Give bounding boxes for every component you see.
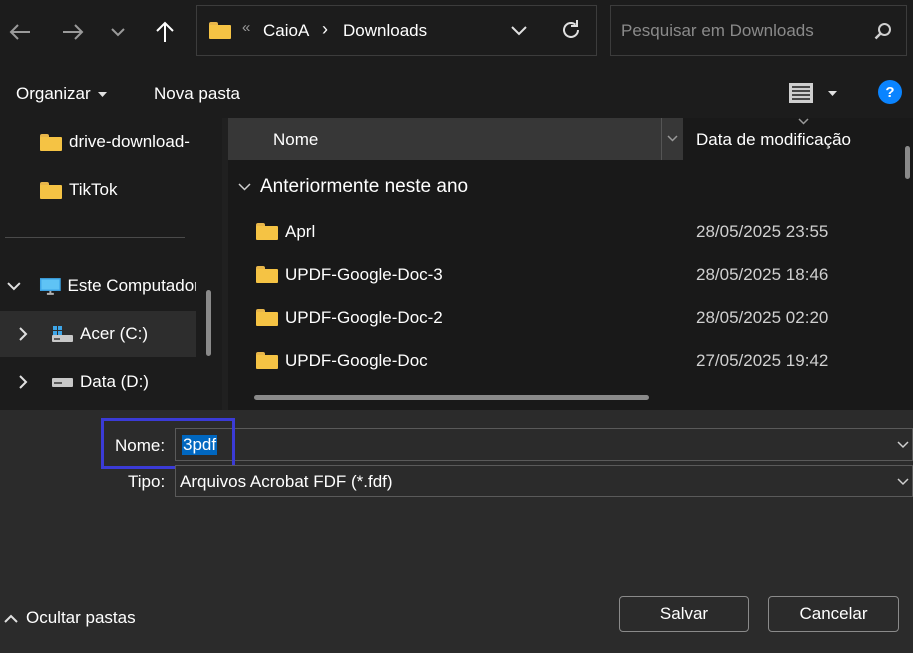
folder-icon [40,181,62,199]
hide-folders-button[interactable]: Ocultar pastas [4,608,136,628]
column-divider[interactable] [661,118,662,160]
arrow-up-icon [156,21,174,42]
nav-item-drive-download[interactable]: drive-download- [0,119,196,165]
help-icon: ? [885,83,895,101]
arrow-left-icon [9,24,30,40]
folder-icon [256,309,278,326]
file-name: UPDF-Google-Doc-3 [285,265,443,284]
file-date: 28/05/2025 18:46 [696,265,829,284]
forward-button[interactable] [55,14,91,50]
nav-item-label: drive-download- [69,132,190,151]
search-input[interactable] [619,18,873,44]
file-row[interactable]: Aprl 28/05/2025 23:55 [228,210,913,253]
group-header[interactable]: Anteriormente neste ano [238,176,468,198]
filelist-scrollbar[interactable] [905,146,910,179]
breadcrumb-caioa[interactable]: CaioA [263,21,309,41]
caret-down-icon [828,90,837,96]
file-row[interactable]: UPDF-Google-Doc-2 28/05/2025 02:20 [228,296,913,339]
chevron-up-icon [4,614,18,623]
caret-down-icon [97,91,107,97]
file-date: 28/05/2025 02:20 [696,308,829,327]
breadcrumb-downloads[interactable]: Downloads [343,21,427,41]
refresh-icon[interactable] [560,19,582,41]
chevron-right-icon[interactable] [19,327,28,341]
nav-item-label: TikTok [69,180,118,199]
file-type-select[interactable]: Arquivos Acrobat FDF (*.fdf) [175,465,913,497]
save-form: Nome: 3pdf Tipo: Arquivos Acrobat FDF (*… [0,410,913,653]
nav-item-label: Acer (C:) [80,324,148,343]
details-view-icon [789,83,813,103]
column-header-name[interactable]: Nome [228,118,683,160]
group-label: Anteriormente neste ano [260,176,469,197]
new-folder-button[interactable]: Nova pasta [154,84,240,104]
file-name: Aprl [285,222,316,241]
file-date: 27/05/2025 19:42 [696,351,829,370]
chevron-down-icon[interactable] [667,135,678,142]
windows-drive-icon [52,326,73,342]
column-header-date[interactable]: Data de modificação [696,130,851,150]
chevron-right-icon[interactable] [19,375,28,389]
search-icon [874,23,891,40]
nav-item-drive-d[interactable]: Data (D:) [0,359,196,405]
chevron-down-icon [897,478,909,486]
organize-button[interactable]: Organizar [16,84,107,104]
computer-icon [39,277,61,295]
chevron-down-icon [238,183,251,191]
view-options-button[interactable] [788,82,837,104]
navigation-pane: drive-download- TikTok Este Computador A… [0,118,222,410]
hide-folders-label: Ocultar pastas [26,608,136,627]
organize-label: Organizar [16,84,91,103]
breadcrumb-separator: › [322,19,328,39]
folder-icon [40,133,62,151]
recent-locations-button[interactable] [101,14,135,50]
navigation-bar: « CaioA › Downloads [0,0,913,68]
file-row[interactable]: UPDF-Google-Doc 27/05/2025 19:42 [228,339,913,382]
file-name: UPDF-Google-Doc-2 [285,308,443,327]
folder-icon [256,352,278,369]
file-row[interactable]: UPDF-Google-Doc-3 28/05/2025 18:46 [228,253,913,296]
overflow-chevron[interactable]: « [242,19,250,36]
arrow-right-icon [63,24,84,40]
nav-item-label: Data (D:) [80,372,149,391]
folder-icon [209,22,231,39]
folder-icon [256,266,278,283]
search-box[interactable] [610,5,907,56]
type-label: Tipo: [128,472,166,491]
file-type-value: Arquivos Acrobat FDF (*.fdf) [180,472,393,491]
up-button[interactable] [147,14,183,50]
sort-chevron-icon [798,118,809,125]
help-button[interactable]: ? [878,80,902,104]
chevron-down-icon[interactable] [511,26,527,36]
folder-icon [256,223,278,240]
cancel-button[interactable]: Cancelar [768,596,899,632]
save-button[interactable]: Salvar [619,596,749,632]
nav-item-label: Este Computador [67,276,196,295]
chevron-expanded-icon[interactable] [7,281,21,291]
column-name-label: Nome [273,130,319,149]
nav-divider [5,237,185,238]
chevron-down-icon[interactable] [897,441,909,449]
file-name-field[interactable]: 3pdf [175,428,913,461]
drive-icon [52,378,73,387]
nav-item-this-pc[interactable]: Este Computador [0,263,196,309]
file-name: UPDF-Google-Doc [285,351,428,370]
back-button[interactable] [2,14,38,50]
command-bar: Organizar Nova pasta ? [0,68,913,118]
file-list: Nome Data de modificação Anteriormente n… [228,118,913,410]
nav-scrollbar[interactable] [206,290,211,356]
address-bar[interactable]: « CaioA › Downloads [196,5,597,56]
nav-item-tiktok[interactable]: TikTok [0,167,196,213]
file-date: 28/05/2025 23:55 [696,222,829,241]
horizontal-scrollbar[interactable] [254,395,649,400]
highlight-box [101,418,235,469]
nav-item-drive-c[interactable]: Acer (C:) [0,311,196,357]
chevron-down-icon [111,27,125,36]
